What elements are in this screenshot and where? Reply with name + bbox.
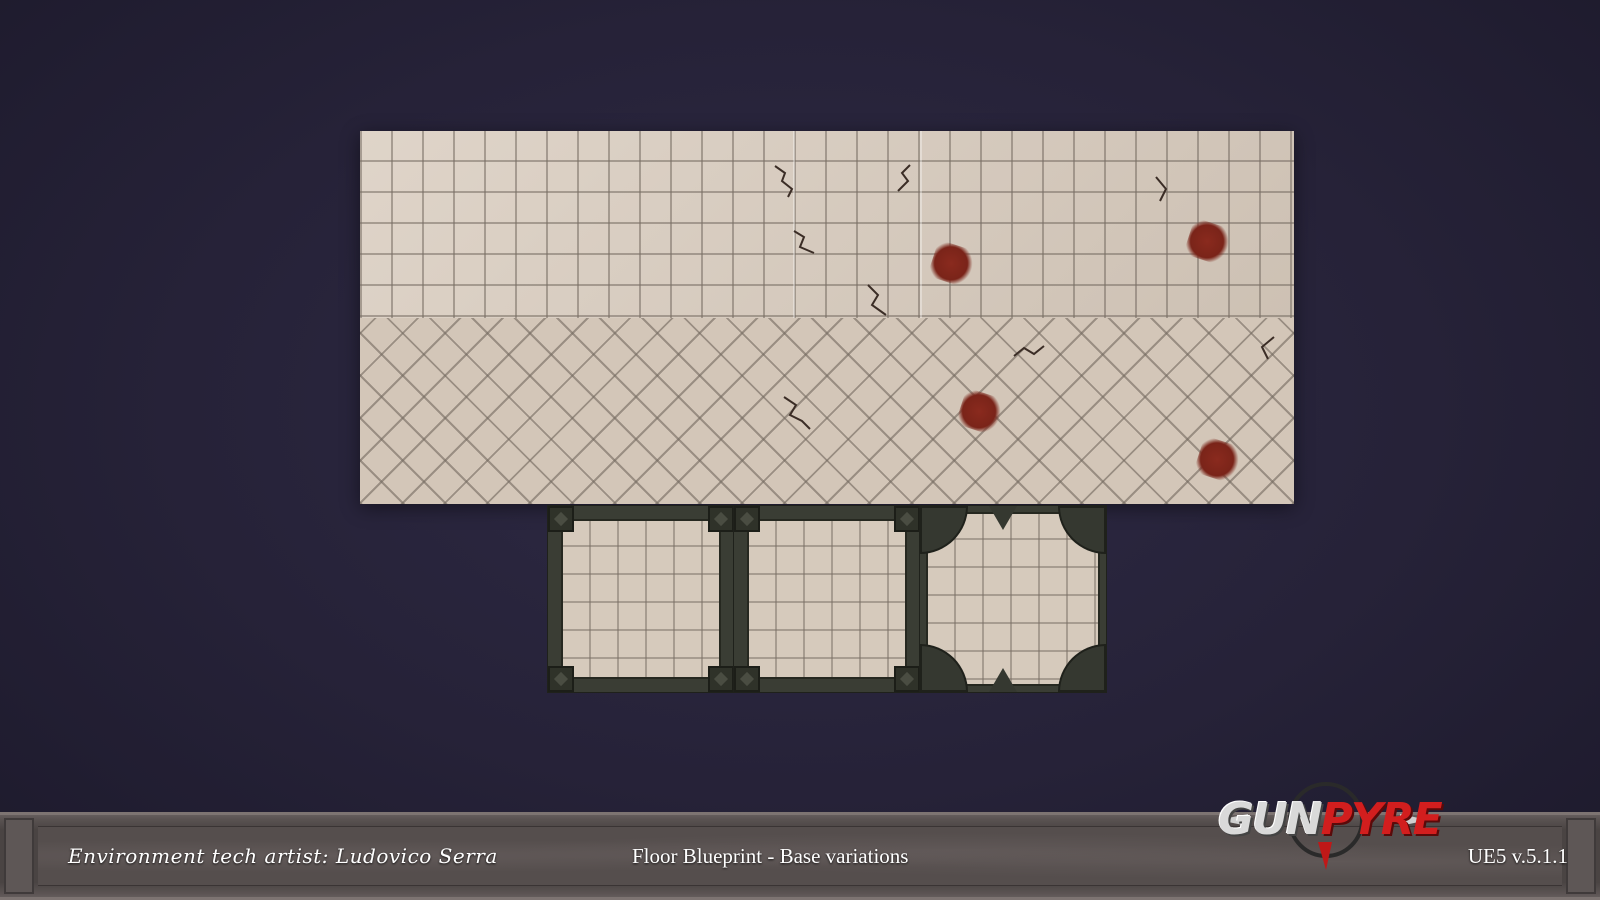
crack-decal (780, 391, 820, 431)
frame-tile-square-corners (548, 506, 734, 692)
crack-decal (860, 281, 900, 321)
version-text: UE5 v.5.1.1 (1467, 844, 1568, 868)
gunpyre-logo: GUNPYRE (1218, 776, 1443, 872)
floor-diagonal-tiles (360, 318, 1294, 504)
frame-corner (894, 666, 920, 692)
frame-corner (548, 506, 574, 532)
framed-tile-row (548, 506, 1106, 692)
frame-tile-ornate (920, 506, 1106, 692)
frame-corner (734, 506, 760, 532)
ornate-notch (920, 576, 948, 604)
frame-corner (708, 506, 734, 532)
frame-tile-square-corners-alt (734, 506, 920, 692)
crack-decal (1150, 171, 1190, 211)
ornate-corner (920, 506, 968, 554)
ornate-notch (1078, 576, 1106, 604)
credit-text: Environment tech artist: Ludovico Serra (68, 844, 498, 868)
frame-corner (708, 666, 734, 692)
footer-cap (1566, 818, 1596, 894)
crack-decal (1240, 331, 1280, 371)
crack-decal (770, 161, 810, 201)
frame-corner (894, 506, 920, 532)
ornate-corner (1058, 506, 1106, 554)
floor-tile-preview (360, 131, 1294, 504)
tile-seam (920, 131, 922, 318)
ornate-corner (920, 644, 968, 692)
frame-corner (734, 666, 760, 692)
viewport (0, 0, 1600, 812)
crack-decal (880, 161, 920, 201)
ornate-notch (989, 668, 1017, 692)
footer-cap (4, 818, 34, 894)
crack-decal (1010, 336, 1050, 376)
ornate-notch (989, 506, 1017, 530)
logo-wordmark: GUNPYRE (1218, 794, 1443, 845)
frame-corner (548, 666, 574, 692)
caption-text: Floor Blueprint - Base variations (632, 844, 909, 868)
crack-decal (790, 221, 830, 261)
ornate-corner (1058, 644, 1106, 692)
